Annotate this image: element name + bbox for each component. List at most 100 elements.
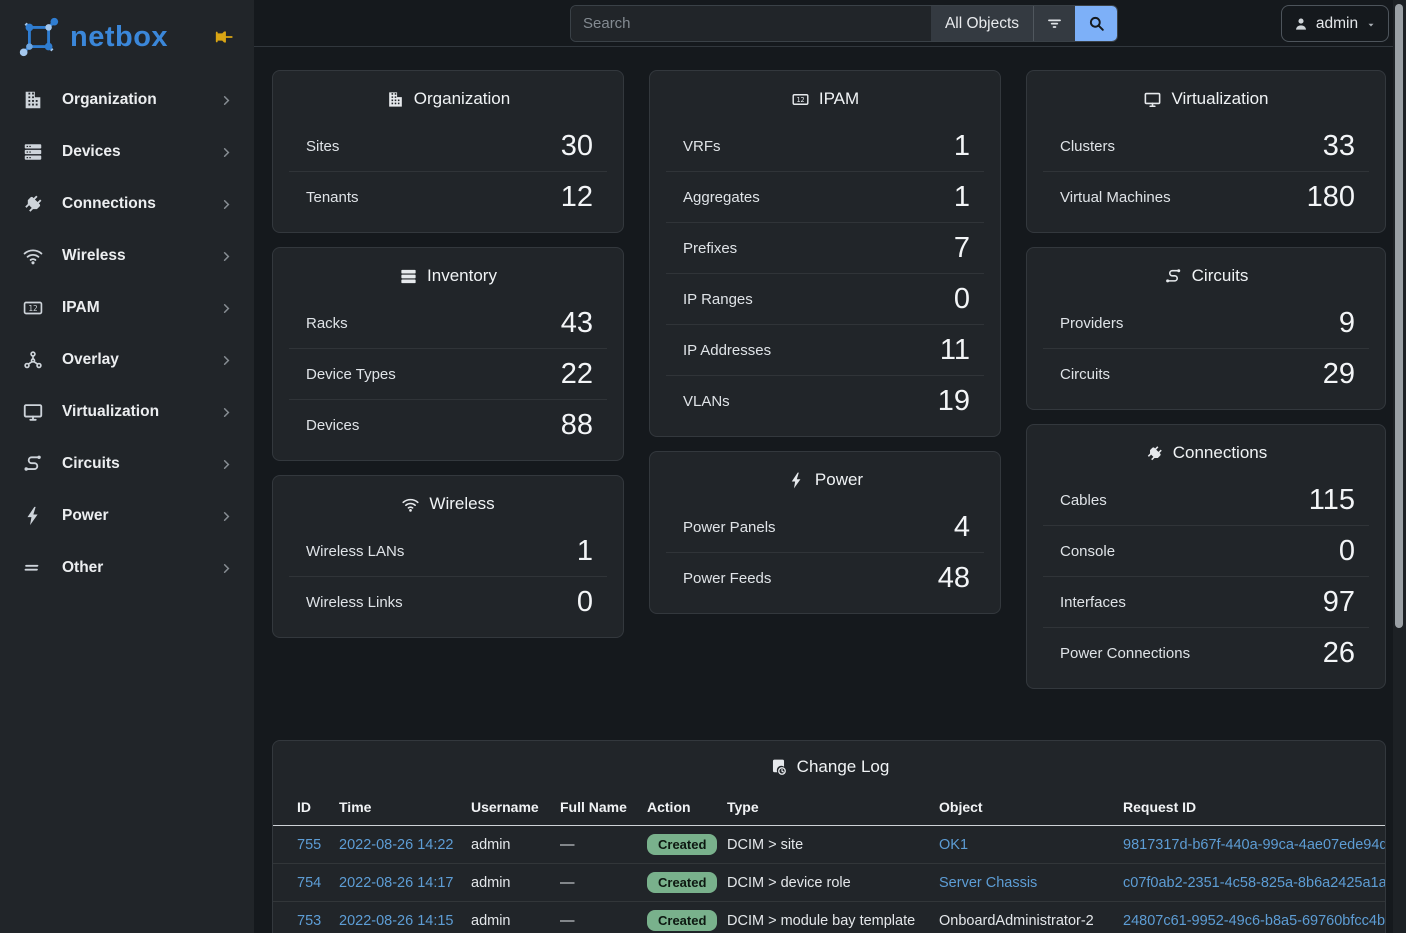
stat-label: Console	[1060, 543, 1115, 560]
stat-value-link[interactable]: 1	[954, 183, 970, 212]
changelog-request-id-link[interactable]: 9817317d-b67f-440a-99ca-4ae07ede94df	[1123, 837, 1385, 853]
changelog-request-id-link[interactable]: 24807c61-9952-49c6-b8a5-69760bfcc4b3	[1123, 913, 1385, 929]
stat-value-link[interactable]: 22	[561, 360, 593, 389]
card-connections: Connections Cables 115 Console 0 Interfa…	[1026, 424, 1386, 689]
sidebar-pin-icon[interactable]	[214, 26, 236, 48]
chevron-right-icon	[219, 145, 234, 160]
table-row: 754 2022-08-26 14:17 admin — Created DCI…	[273, 864, 1385, 902]
stat-value-link[interactable]: 48	[938, 564, 970, 593]
sidebar-item-wireless[interactable]: Wireless	[0, 230, 254, 282]
sidebar: netbox Organization	[0, 0, 254, 933]
sidebar-item-label: Devices	[62, 143, 121, 161]
stat-row: Console 0	[1043, 525, 1369, 576]
stat-value-link[interactable]: 1	[577, 537, 593, 566]
stat-label: Prefixes	[683, 240, 737, 257]
changelog-type: DCIM > module bay template	[727, 902, 939, 933]
stat-value-link[interactable]: 12	[561, 183, 593, 212]
changelog-request-id-link[interactable]: c07f0ab2-2351-4c58-825a-8b6a2425a1ab	[1123, 875, 1385, 891]
stat-value-link[interactable]: 180	[1307, 183, 1355, 212]
stat-value-link[interactable]: 9	[1339, 309, 1355, 338]
stat-row: Interfaces 97	[1043, 576, 1369, 627]
sidebar-item-label: Wireless	[62, 247, 126, 265]
building-icon	[386, 90, 405, 109]
stat-row: Device Types 22	[289, 348, 607, 399]
sidebar-item-circuits[interactable]: Circuits	[0, 438, 254, 490]
stat-row: IP Ranges 0	[666, 273, 984, 324]
table-header-row: ID Time Username Full Name Action Type O…	[273, 791, 1385, 826]
chevron-right-icon	[219, 509, 234, 524]
changelog-full-name: —	[560, 826, 647, 864]
stat-value-link[interactable]: 115	[1309, 486, 1355, 515]
column-header-username: Username	[471, 791, 560, 826]
sidebar-item-label: IPAM	[62, 299, 100, 317]
stat-value-link[interactable]: 7	[954, 234, 970, 263]
changelog-object-link[interactable]: Server Chassis	[939, 875, 1037, 891]
stat-row: VRFs 1	[666, 121, 984, 171]
sidebar-item-other[interactable]: Other	[0, 542, 254, 594]
brand-header: netbox	[0, 0, 254, 74]
card-title: Inventory	[427, 266, 497, 286]
sidebar-item-ipam[interactable]: 12 IPAM	[0, 282, 254, 334]
search-bar: All Objects	[570, 5, 1118, 42]
card-organization-header: Organization	[273, 71, 623, 121]
changelog-time-link[interactable]: 2022-08-26 14:15	[339, 913, 454, 929]
topbar: All Objects admin	[254, 0, 1406, 47]
card-virtualization-header: Virtualization	[1027, 71, 1385, 121]
search-input[interactable]	[571, 6, 931, 41]
stat-value-link[interactable]: 97	[1323, 588, 1355, 617]
sidebar-item-overlay[interactable]: Overlay	[0, 334, 254, 386]
column-header-object: Object	[939, 791, 1123, 826]
stat-value-link[interactable]: 0	[577, 588, 593, 617]
object-type-dropdown[interactable]: All Objects	[931, 6, 1033, 41]
sidebar-item-power[interactable]: Power	[0, 490, 254, 542]
stat-value-link[interactable]: 1	[954, 132, 970, 161]
stat-value-link[interactable]: 30	[561, 132, 593, 161]
stat-value-link[interactable]: 43	[561, 309, 593, 338]
column-header-action: Action	[647, 791, 727, 826]
sidebar-item-devices[interactable]: Devices	[0, 126, 254, 178]
sidebar-item-label: Power	[62, 507, 109, 525]
sidebar-item-connections[interactable]: Connections	[0, 178, 254, 230]
column-header-type: Type	[727, 791, 939, 826]
sidebar-item-organization[interactable]: Organization	[0, 74, 254, 126]
changelog-id-link[interactable]: 754	[297, 875, 321, 891]
chevron-right-icon	[219, 93, 234, 108]
filter-button[interactable]	[1033, 6, 1075, 41]
stat-row: Wireless Links 0	[289, 576, 607, 627]
stat-label: Wireless Links	[306, 594, 403, 611]
stat-value-link[interactable]: 33	[1323, 132, 1355, 161]
stat-label: IP Addresses	[683, 342, 771, 359]
stat-label: Power Panels	[683, 519, 776, 536]
stat-value-link[interactable]: 19	[938, 387, 970, 416]
changelog-id-link[interactable]: 753	[297, 913, 321, 929]
card-title: Virtualization	[1171, 89, 1268, 109]
stat-value-link[interactable]: 0	[1339, 537, 1355, 566]
stat-value-link[interactable]: 26	[1323, 639, 1355, 668]
stat-value-link[interactable]: 4	[954, 513, 970, 542]
card-inventory-header: Inventory	[273, 248, 623, 298]
changelog-time-link[interactable]: 2022-08-26 14:22	[339, 837, 454, 853]
stat-value-link[interactable]: 29	[1323, 360, 1355, 389]
scrollbar-track[interactable]	[1393, 0, 1406, 933]
user-menu-button[interactable]: admin	[1281, 5, 1389, 42]
stat-value-link[interactable]: 0	[954, 285, 970, 314]
changelog-time-link[interactable]: 2022-08-26 14:17	[339, 875, 454, 891]
chevron-right-icon	[219, 457, 234, 472]
stat-value-link[interactable]: 88	[561, 411, 593, 440]
sidebar-item-virtualization[interactable]: Virtualization	[0, 386, 254, 438]
created-badge: Created	[647, 910, 717, 931]
changelog-username: admin	[471, 864, 560, 902]
changelog-object-link[interactable]: OK1	[939, 837, 968, 853]
card-change-log: Change Log ID Time Username Full Name Ac…	[272, 740, 1386, 933]
search-button[interactable]	[1075, 6, 1117, 41]
stat-row: Power Panels 4	[666, 502, 984, 552]
stat-value-link[interactable]: 11	[940, 336, 970, 365]
filter-icon	[1045, 14, 1064, 33]
changelog-object: OnboardAdministrator-2	[939, 902, 1123, 933]
changelog-id-link[interactable]: 755	[297, 837, 321, 853]
scrollbar-thumb[interactable]	[1395, 4, 1403, 628]
changelog-username: admin	[471, 826, 560, 864]
stat-label: Racks	[306, 315, 348, 332]
stat-row: Tenants 12	[289, 171, 607, 222]
stat-label: Wireless LANs	[306, 543, 404, 560]
